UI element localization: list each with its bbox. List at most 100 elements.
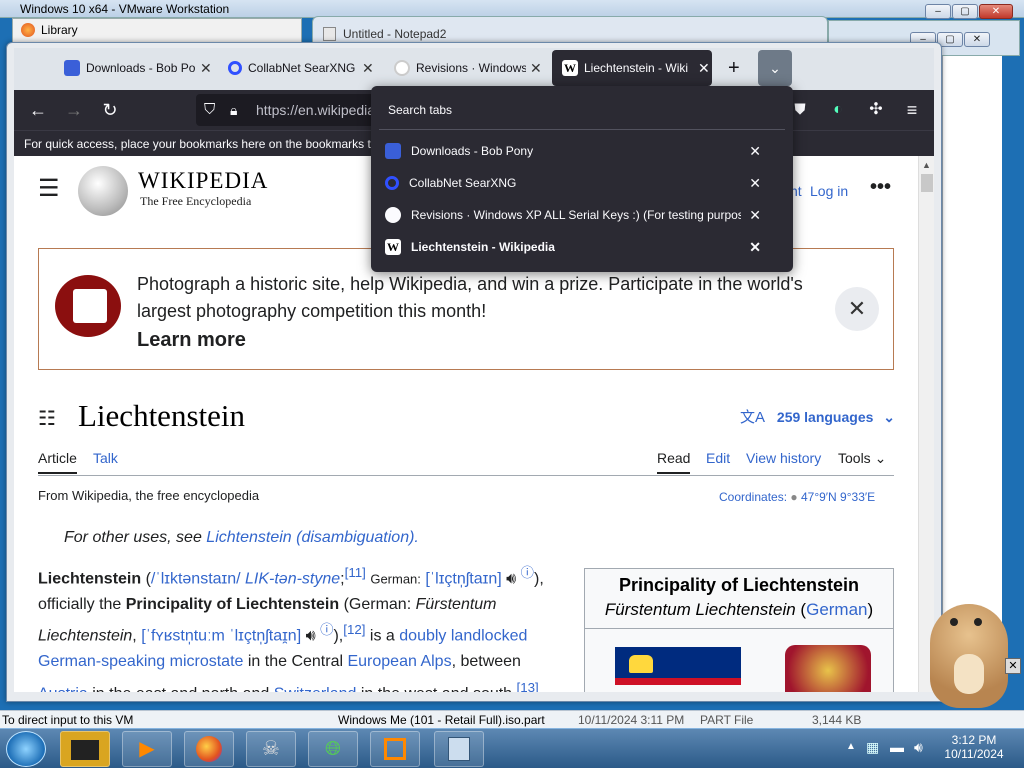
folder-icon [71, 740, 99, 760]
wikipedia-wordmark[interactable]: WIKIPEDIA [138, 168, 268, 194]
coat-of-arms-image[interactable] [785, 645, 871, 692]
taskbar: ▶ ☠ 🌐︎ ▲ ▦ ▬ 🔊︎ 3:12 PM 10/11/2024 [0, 728, 1024, 768]
taskbar-item-1[interactable] [60, 731, 110, 767]
notepad-edit-area[interactable] [942, 56, 1002, 696]
reload-icon[interactable]: ↻ [98, 98, 122, 122]
account-icon[interactable]: ◐ [826, 98, 850, 122]
coordinates-label: Coordinates: [719, 490, 788, 504]
tab-article[interactable]: Article [38, 450, 77, 474]
lock-icon[interactable]: 🔒︎ [230, 94, 237, 126]
notepad-icon [448, 737, 470, 761]
clock[interactable]: 3:12 PM 10/11/2024 [944, 733, 1004, 761]
volume-icon[interactable]: 🔊︎ [914, 739, 923, 756]
tab-edit[interactable]: Edit [706, 450, 730, 466]
search-tab-item-searxng[interactable]: CollabNet SearXNG ✕ [385, 170, 781, 196]
minimize-button[interactable]: – [925, 4, 951, 19]
close-tab-icon[interactable]: ✕ [749, 175, 761, 192]
vmware-title: Windows 10 x64 - VMware Workstation [20, 2, 230, 16]
scrollbar-thumb[interactable] [921, 174, 933, 192]
forward-arrow-icon[interactable]: → [62, 98, 86, 122]
tab-revisions[interactable]: Revisions · Windows ✕ [384, 50, 550, 86]
learn-more-link[interactable]: Learn more [137, 329, 246, 352]
close-tab-icon[interactable]: ✕ [530, 60, 542, 77]
notepad-close-button[interactable]: ✕ [964, 32, 990, 47]
item-label: Revisions · Windows XP ALL Serial Keys :… [411, 208, 741, 222]
tab-talk[interactable]: Talk [93, 450, 118, 466]
close-tab-icon[interactable]: ✕ [200, 60, 212, 77]
url-bar[interactable]: ⛉ 🔒︎ https://en.wikipedia.org [196, 94, 399, 126]
login-link[interactable]: Log in [810, 183, 848, 199]
downloads-favicon [64, 60, 80, 76]
search-tabs-input[interactable]: Search tabs [388, 103, 452, 117]
taskbar-internet-download[interactable]: 🌐︎ [308, 731, 358, 767]
infobox-native-name: Fürstentum Liechtenstein (German) [604, 600, 874, 619]
page-scrollbar[interactable]: ▲ [918, 156, 934, 692]
tab-liechtenstein[interactable]: W Liechtenstein - Wiki ✕ [552, 50, 712, 86]
tab-tools[interactable]: Tools ⌄ [838, 450, 886, 467]
lead-paragraph: Liechtenstein (/ˈlɪktənstaɪn/ LIK-tən-st… [38, 565, 544, 692]
pet-close-button[interactable]: ✕ [1005, 658, 1021, 674]
table-of-contents-icon[interactable]: ☷ [38, 406, 56, 431]
wiki-loves-monuments-logo [55, 275, 121, 337]
menu-icon[interactable]: ≡ [900, 98, 924, 122]
file-name[interactable]: Windows Me (101 - Retail Full).iso.part [338, 711, 545, 729]
file-type: PART File [700, 713, 754, 727]
coordinates[interactable]: Coordinates: ● 47°9′N 9°33′E [719, 490, 875, 504]
tab-view-history[interactable]: View history [746, 450, 821, 466]
item-label: Downloads - Bob Pony [411, 144, 534, 158]
chevron-down-icon: ⌄ [883, 409, 896, 425]
close-banner-icon[interactable]: ✕ [835, 287, 879, 331]
display-icon[interactable]: ▬ [890, 739, 904, 755]
taskbar-app-skull[interactable]: ☠ [246, 731, 296, 767]
wikipedia-favicon: W [385, 239, 401, 255]
new-tab-button[interactable]: + [722, 50, 750, 86]
tab-label: Revisions · Windows [416, 61, 526, 75]
search-tab-item-liechtenstein[interactable]: W Liechtenstein - Wikipedia ✕ [385, 234, 781, 260]
list-all-tabs-button[interactable]: ⌄ [758, 50, 792, 86]
bookmarks-hint: For quick access, place your bookmarks h… [24, 137, 378, 151]
skull-icon: ☠ [262, 738, 280, 760]
taskbar-notepad[interactable] [434, 731, 484, 767]
vmware-icon [384, 738, 406, 760]
item-label: Liechtenstein - Wikipedia [411, 240, 555, 254]
close-tab-icon[interactable]: ✕ [749, 239, 761, 256]
scroll-up-icon[interactable]: ▲ [922, 160, 931, 170]
tab-read[interactable]: Read [657, 450, 691, 474]
notepad-title: Untitled - Notepad2 [343, 27, 447, 41]
close-tab-icon[interactable]: ✕ [749, 207, 761, 224]
hamburger-menu-icon[interactable]: ☰ [38, 174, 60, 203]
start-button[interactable] [6, 731, 46, 767]
close-tab-icon[interactable]: ✕ [698, 60, 710, 77]
more-options-icon[interactable]: ••• [870, 176, 891, 199]
close-button[interactable]: ✕ [979, 4, 1013, 19]
tab-strip: Downloads - Bob Po ✕ CollabNet SearXNG ✕… [14, 48, 934, 90]
coordinates-value: 47°9′N 9°33′E [800, 490, 876, 504]
taskbar-vmware[interactable] [370, 731, 420, 767]
language-selector[interactable]: 文A 259 languages ⌄ [740, 406, 895, 427]
hatnote-link[interactable]: Lichtenstein (disambiguation). [206, 529, 419, 546]
github-favicon [385, 207, 401, 223]
desktop-pet-hamster[interactable] [930, 604, 1008, 708]
show-hidden-icons[interactable]: ▲ [846, 741, 856, 752]
maximize-button[interactable]: ▢ [952, 4, 978, 19]
tab-label: Liechtenstein - Wiki [584, 61, 689, 75]
wikipedia-logo[interactable] [78, 166, 128, 216]
shield-icon[interactable]: ⛉ [204, 94, 215, 126]
search-tab-item-downloads[interactable]: Downloads - Bob Pony ✕ [385, 138, 781, 164]
network-icon[interactable]: ▦ [866, 739, 879, 756]
search-tab-item-revisions[interactable]: Revisions · Windows XP ALL Serial Keys :… [385, 202, 781, 228]
site-sub: From Wikipedia, the free encyclopedia [38, 488, 260, 503]
german-link[interactable]: German [806, 600, 867, 619]
globe-icon: ● [790, 490, 798, 504]
page-title: Liechtenstein [78, 398, 245, 433]
taskbar-firefox[interactable] [184, 731, 234, 767]
tab-searxng[interactable]: CollabNet SearXNG ✕ [218, 50, 380, 86]
close-tab-icon[interactable]: ✕ [362, 60, 374, 77]
close-tab-icon[interactable]: ✕ [749, 143, 761, 160]
taskbar-media-player[interactable]: ▶ [122, 731, 172, 767]
tab-downloads[interactable]: Downloads - Bob Po ✕ [54, 50, 214, 86]
back-arrow-icon[interactable]: ← [26, 98, 50, 122]
extensions-icon[interactable]: ✣ [864, 98, 888, 122]
flag-image[interactable] [615, 647, 741, 692]
item-label: CollabNet SearXNG [409, 176, 517, 190]
